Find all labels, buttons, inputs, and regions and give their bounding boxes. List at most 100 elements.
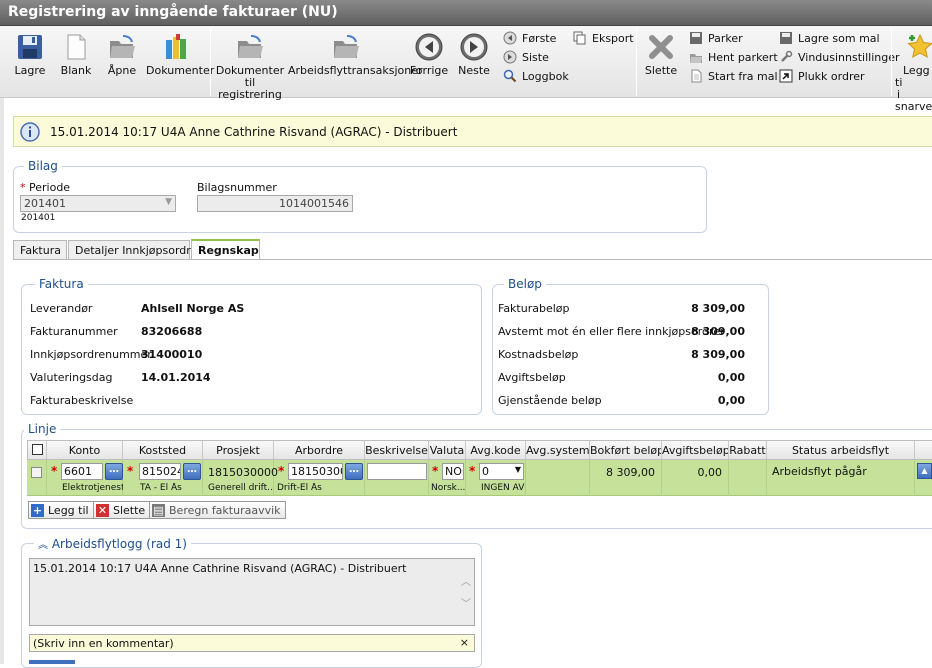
prosjekt-value[interactable]: 1815030000 [208,466,278,479]
avgkode-select[interactable]: 0 ▼ [479,463,524,480]
header-beskrivelse[interactable]: Beskrivelse [365,440,429,460]
periode-label: Periode [29,181,71,194]
header-rabatt[interactable]: Rabatt [729,440,767,460]
required-marker: * [278,464,285,478]
avgiftsbelop-label: Avgiftsbeløp [498,371,566,384]
start-from-template-button[interactable]: Start fra mal [689,68,778,84]
valuta-input[interactable]: NOK [442,463,464,480]
koststed-description: TA - El Ås [140,483,182,493]
calculate-deviation-button[interactable]: ▤ Beregn fakturaavvik [149,501,286,519]
collapse-chevron-icon[interactable]: ︽ [38,540,48,551]
arbordre-lookup-icon[interactable]: … [345,463,363,480]
get-parked-button[interactable]: Hent parkert [689,49,778,65]
export-button[interactable]: Eksport [573,30,634,46]
arbordre-description: Drift-El Ås [277,483,322,493]
tab-regnskap[interactable]: Regnskap [191,239,260,260]
koststed-lookup-icon[interactable]: … [183,463,201,480]
header-valuta[interactable]: Valuta [429,440,466,460]
bilag-legend: Bilag [24,159,62,173]
documents-for-registration-button[interactable]: Dokumenter til registrering [214,26,286,101]
konto-input[interactable]: 6601 [61,463,103,480]
rabatt-cell [729,460,767,496]
toolbar-separator [210,28,211,96]
header-avgkode[interactable]: Avg.kode [466,440,526,460]
bokfort-value[interactable]: 8 309,00 [606,466,655,479]
row-expand-cell: ▲ [915,460,932,496]
plus-icon: + [31,503,44,517]
documents-button[interactable]: Dokumenter [146,26,214,77]
pick-orders-button[interactable]: Plukk ordrer [779,68,865,84]
blank-button[interactable]: Blank [56,26,96,77]
open-folder-icon [334,35,359,58]
header-extra [915,440,932,460]
konto-lookup-icon[interactable]: … [105,463,123,480]
window-settings-button[interactable]: Vindusinnstillinger [779,49,900,65]
gjenstaende-value: 0,00 [717,394,745,407]
leverandor-label: Leverandør [30,302,93,315]
avgiftsbelop-value: 0,00 [717,371,745,384]
delete-row-label: Slette [113,503,146,517]
floppy-disk-icon [780,32,792,44]
header-koststed[interactable]: Koststed [123,440,203,460]
partial-button[interactable] [29,660,75,664]
scroll-down-icon[interactable]: ﹀ [461,595,471,610]
kostnadsbelop-label: Kostnadsbeløp [498,348,579,361]
header-arbordre[interactable]: Arbordre [274,440,365,460]
tab-detaljer-innkjopsordre[interactable]: Detaljer Innkjøpsordre [68,240,197,260]
header-status[interactable]: Status arbeidsflyt [767,440,915,460]
scroll-up-icon[interactable]: ︿ [461,573,471,588]
row-checkbox[interactable] [31,467,42,478]
bilagsnummer-label: Bilagsnummer [197,181,277,194]
header-avgsystem[interactable]: Avg.system [526,440,590,460]
periode-select[interactable]: 201401 ▼ [20,195,176,212]
select-all-checkbox[interactable] [31,444,43,455]
next-button[interactable]: Neste [454,26,494,77]
workflow-log-textarea[interactable]: 15.01.2014 10:17 U4A Anne Cathrine Risva… [29,558,475,626]
last-button[interactable]: Siste [503,49,549,65]
avgsystem-cell [526,460,590,496]
avgiftsbelop-row-value[interactable]: 0,00 [698,466,723,479]
required-marker: * [432,464,439,478]
tab-faktura[interactable]: Faktura [13,240,67,260]
logbook-button[interactable]: Loggbok [503,68,569,84]
arbordre-input[interactable]: 1815030000 [288,463,343,480]
workflow-transactions-button[interactable]: Arbeidsflyttransaksjoner [288,26,423,77]
avgiftsbelop-cell: 0,00 [662,460,729,496]
status-value: Arbeidsflyt pågår [772,465,867,478]
previous-label: Forrige [409,64,449,77]
bilagsnummer-field[interactable]: 1014001546 [197,195,353,212]
first-icon [503,31,517,45]
delete-row-button[interactable]: ✕ Slette [93,501,151,519]
collapse-up-icon[interactable]: ▲ [917,463,932,479]
floppy-disk-icon [690,32,702,44]
pick-orders-label: Plukk ordrer [798,69,865,83]
status-cell: Arbeidsflyt pågår [767,460,915,496]
koststed-input[interactable]: 815024 [139,463,181,480]
save-as-template-button[interactable]: Lagre som mal [779,30,880,46]
beskrivelse-input[interactable] [367,463,427,480]
innkjopsordrenummer-value: 31400010 [141,348,203,361]
header-prosjekt[interactable]: Prosjekt [203,440,274,460]
open-button[interactable]: Åpne [102,26,142,77]
prosjekt-cell: 1815030000 Generell drift... [203,460,278,496]
open-folder-icon [110,35,135,58]
park-button[interactable]: Parker [689,30,743,46]
bokfort-cell: 8 309,00 [590,460,662,496]
previous-button[interactable]: Forrige [408,26,450,77]
save-button[interactable]: Lagre [8,26,52,77]
clear-icon[interactable]: × [460,636,469,649]
periode-value: 201401 [24,197,66,210]
header-bokfort[interactable]: Bokført beløp [590,440,662,460]
fakturanummer-label: Fakturanummer [30,325,118,338]
workflow-transactions-label: Arbeidsflyttransaksjoner [288,64,423,77]
first-button[interactable]: Første [503,30,556,46]
floppy-disk-icon [18,35,42,59]
delete-button[interactable]: Slette [640,26,682,77]
add-row-button[interactable]: + Legg til [28,501,94,519]
header-avgiftsbelop[interactable]: Avgiftsbeløp [662,440,729,460]
header-konto[interactable]: Konto [47,440,123,460]
get-parked-label: Hent parkert [708,50,778,64]
add-row-label: Legg til [48,503,89,517]
comment-input[interactable]: (Skriv inn en kommentar) × [29,634,475,652]
beskrivelse-cell [365,460,429,496]
